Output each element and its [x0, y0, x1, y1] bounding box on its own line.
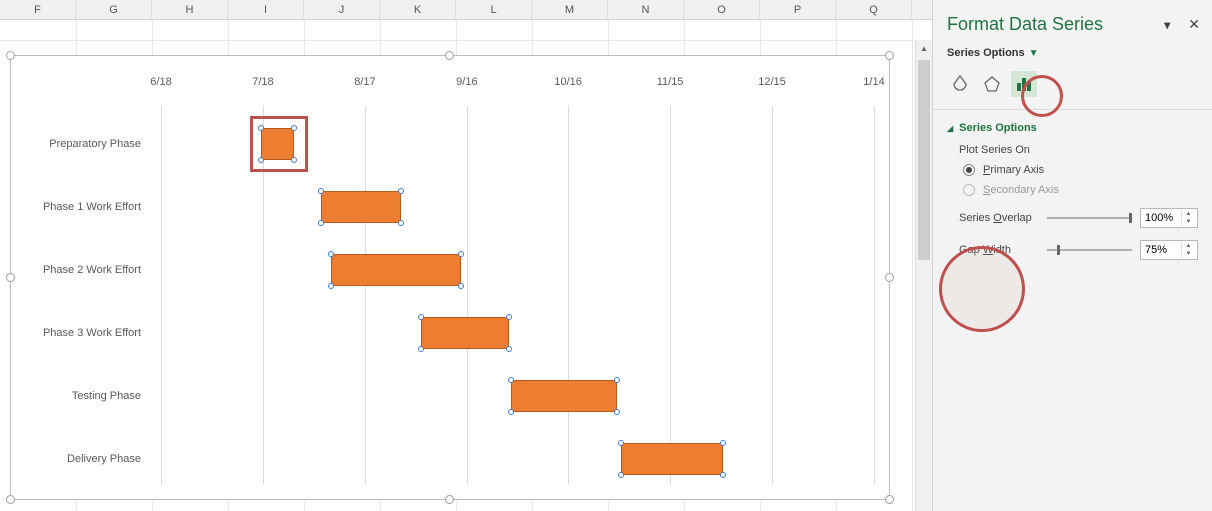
- selection-handle[interactable]: [618, 440, 624, 446]
- pane-title: Format Data Series: [947, 14, 1103, 35]
- selection-handle[interactable]: [258, 157, 264, 163]
- selection-handle[interactable]: [398, 188, 404, 194]
- selection-handle[interactable]: [506, 314, 512, 320]
- resize-handle[interactable]: [6, 495, 15, 504]
- effects-icon[interactable]: [979, 71, 1005, 97]
- col-header[interactable]: P: [760, 0, 836, 19]
- data-bar[interactable]: [321, 191, 401, 223]
- category-label[interactable]: Phase 2 Work Effort: [11, 264, 151, 276]
- data-bar[interactable]: [511, 380, 617, 412]
- collapse-triangle-icon[interactable]: ◢: [947, 124, 953, 133]
- selection-handle[interactable]: [318, 220, 324, 226]
- data-bar[interactable]: [261, 128, 294, 160]
- selection-handle[interactable]: [614, 409, 620, 415]
- fill-and-line-icon[interactable]: [947, 71, 973, 97]
- col-header[interactable]: N: [608, 0, 684, 19]
- selection-handle[interactable]: [398, 220, 404, 226]
- chart-object[interactable]: 6/18 7/18 8/17 9/16 10/16 11/15 12/15 1/…: [10, 55, 890, 500]
- selection-handle[interactable]: [508, 409, 514, 415]
- resize-handle[interactable]: [885, 273, 894, 282]
- resize-handle[interactable]: [445, 495, 454, 504]
- scroll-up-arrow-icon[interactable]: ▲: [916, 40, 932, 57]
- secondary-axis-radio[interactable]: Secondary Axis: [933, 180, 1212, 200]
- col-header[interactable]: Q: [836, 0, 912, 19]
- series-overlap-input[interactable]: ▲▼: [1140, 208, 1198, 228]
- x-axis[interactable]: 6/18 7/18 8/17 9/16 10/16 11/15 12/15 1/…: [161, 76, 874, 96]
- col-header[interactable]: M: [532, 0, 608, 19]
- plot-area[interactable]: [161, 106, 874, 484]
- scrollbar-thumb[interactable]: [918, 60, 930, 260]
- pane-menu-dropdown-icon[interactable]: ▾: [1164, 18, 1170, 32]
- selection-handle[interactable]: [618, 472, 624, 478]
- category-label[interactable]: Preparatory Phase: [11, 138, 151, 150]
- col-header[interactable]: J: [304, 0, 380, 19]
- series-overlap-row: Series Overlap ▲▼: [933, 200, 1212, 232]
- data-bar[interactable]: [621, 443, 723, 475]
- selection-handle[interactable]: [328, 251, 334, 257]
- gap-width-input[interactable]: ▲▼: [1140, 240, 1198, 260]
- col-header[interactable]: K: [380, 0, 456, 19]
- category-label[interactable]: Delivery Phase: [11, 453, 151, 465]
- selection-handle[interactable]: [418, 346, 424, 352]
- selection-handle[interactable]: [291, 125, 297, 131]
- series-options-dropdown[interactable]: Series Options: [947, 47, 1025, 59]
- selection-handle[interactable]: [458, 251, 464, 257]
- series-overlap-slider[interactable]: [1047, 211, 1132, 225]
- resize-handle[interactable]: [885, 495, 894, 504]
- axis-tick: 10/16: [554, 76, 582, 88]
- category-label[interactable]: Testing Phase: [11, 390, 151, 402]
- selection-handle[interactable]: [291, 157, 297, 163]
- primary-axis-radio[interactable]: Primary Axis: [933, 160, 1212, 180]
- selection-handle[interactable]: [318, 188, 324, 194]
- plot-series-on-label: Plot Series On: [933, 138, 1212, 160]
- axis-tick: 6/18: [150, 76, 171, 88]
- data-bar[interactable]: [421, 317, 509, 349]
- selection-handle[interactable]: [418, 314, 424, 320]
- axis-tick: 12/15: [758, 76, 786, 88]
- gap-width-value[interactable]: [1141, 242, 1181, 258]
- selection-handle[interactable]: [458, 283, 464, 289]
- category-label[interactable]: Phase 1 Work Effort: [11, 201, 151, 213]
- resize-handle[interactable]: [6, 51, 15, 60]
- axis-tick: 11/15: [657, 76, 684, 88]
- chevron-down-icon[interactable]: ▼: [1029, 48, 1039, 59]
- series-options-section-header[interactable]: ◢ Series Options: [933, 118, 1212, 138]
- radio-icon[interactable]: [963, 164, 975, 176]
- col-header[interactable]: O: [684, 0, 760, 19]
- col-header[interactable]: G: [76, 0, 152, 19]
- worksheet-area[interactable]: 6/18 7/18 8/17 9/16 10/16 11/15 12/15 1/…: [0, 20, 932, 511]
- series-overlap-value[interactable]: [1141, 210, 1181, 226]
- close-icon[interactable]: ✕: [1188, 16, 1200, 33]
- axis-tick: 9/16: [456, 76, 477, 88]
- series-overlap-label: Series Overlap: [959, 212, 1039, 224]
- axis-tick: 1/14: [863, 76, 884, 88]
- annotation-circle: [939, 246, 1025, 332]
- vertical-scrollbar[interactable]: ▲: [915, 40, 932, 511]
- category-label[interactable]: Phase 3 Work Effort: [11, 327, 151, 339]
- selection-handle[interactable]: [720, 472, 726, 478]
- selection-handle[interactable]: [720, 440, 726, 446]
- col-header[interactable]: L: [456, 0, 532, 19]
- col-header[interactable]: I: [228, 0, 304, 19]
- data-bar[interactable]: [331, 254, 461, 286]
- radio-icon[interactable]: [963, 184, 975, 196]
- col-header[interactable]: F: [0, 0, 76, 19]
- axis-tick: 7/18: [252, 76, 273, 88]
- selection-handle[interactable]: [258, 125, 264, 131]
- gap-width-slider[interactable]: [1047, 243, 1132, 257]
- selection-handle[interactable]: [506, 346, 512, 352]
- spinner-arrows-icon[interactable]: ▲▼: [1181, 242, 1195, 258]
- col-header[interactable]: H: [152, 0, 228, 19]
- resize-handle[interactable]: [445, 51, 454, 60]
- annotation-circle: [1021, 75, 1063, 117]
- axis-tick: 8/17: [354, 76, 375, 88]
- selection-handle[interactable]: [614, 377, 620, 383]
- selection-handle[interactable]: [508, 377, 514, 383]
- spinner-arrows-icon[interactable]: ▲▼: [1181, 210, 1195, 226]
- resize-handle[interactable]: [885, 51, 894, 60]
- selection-handle[interactable]: [328, 283, 334, 289]
- format-data-series-pane: Format Data Series ▾ ✕ Series Options ▼: [932, 0, 1212, 511]
